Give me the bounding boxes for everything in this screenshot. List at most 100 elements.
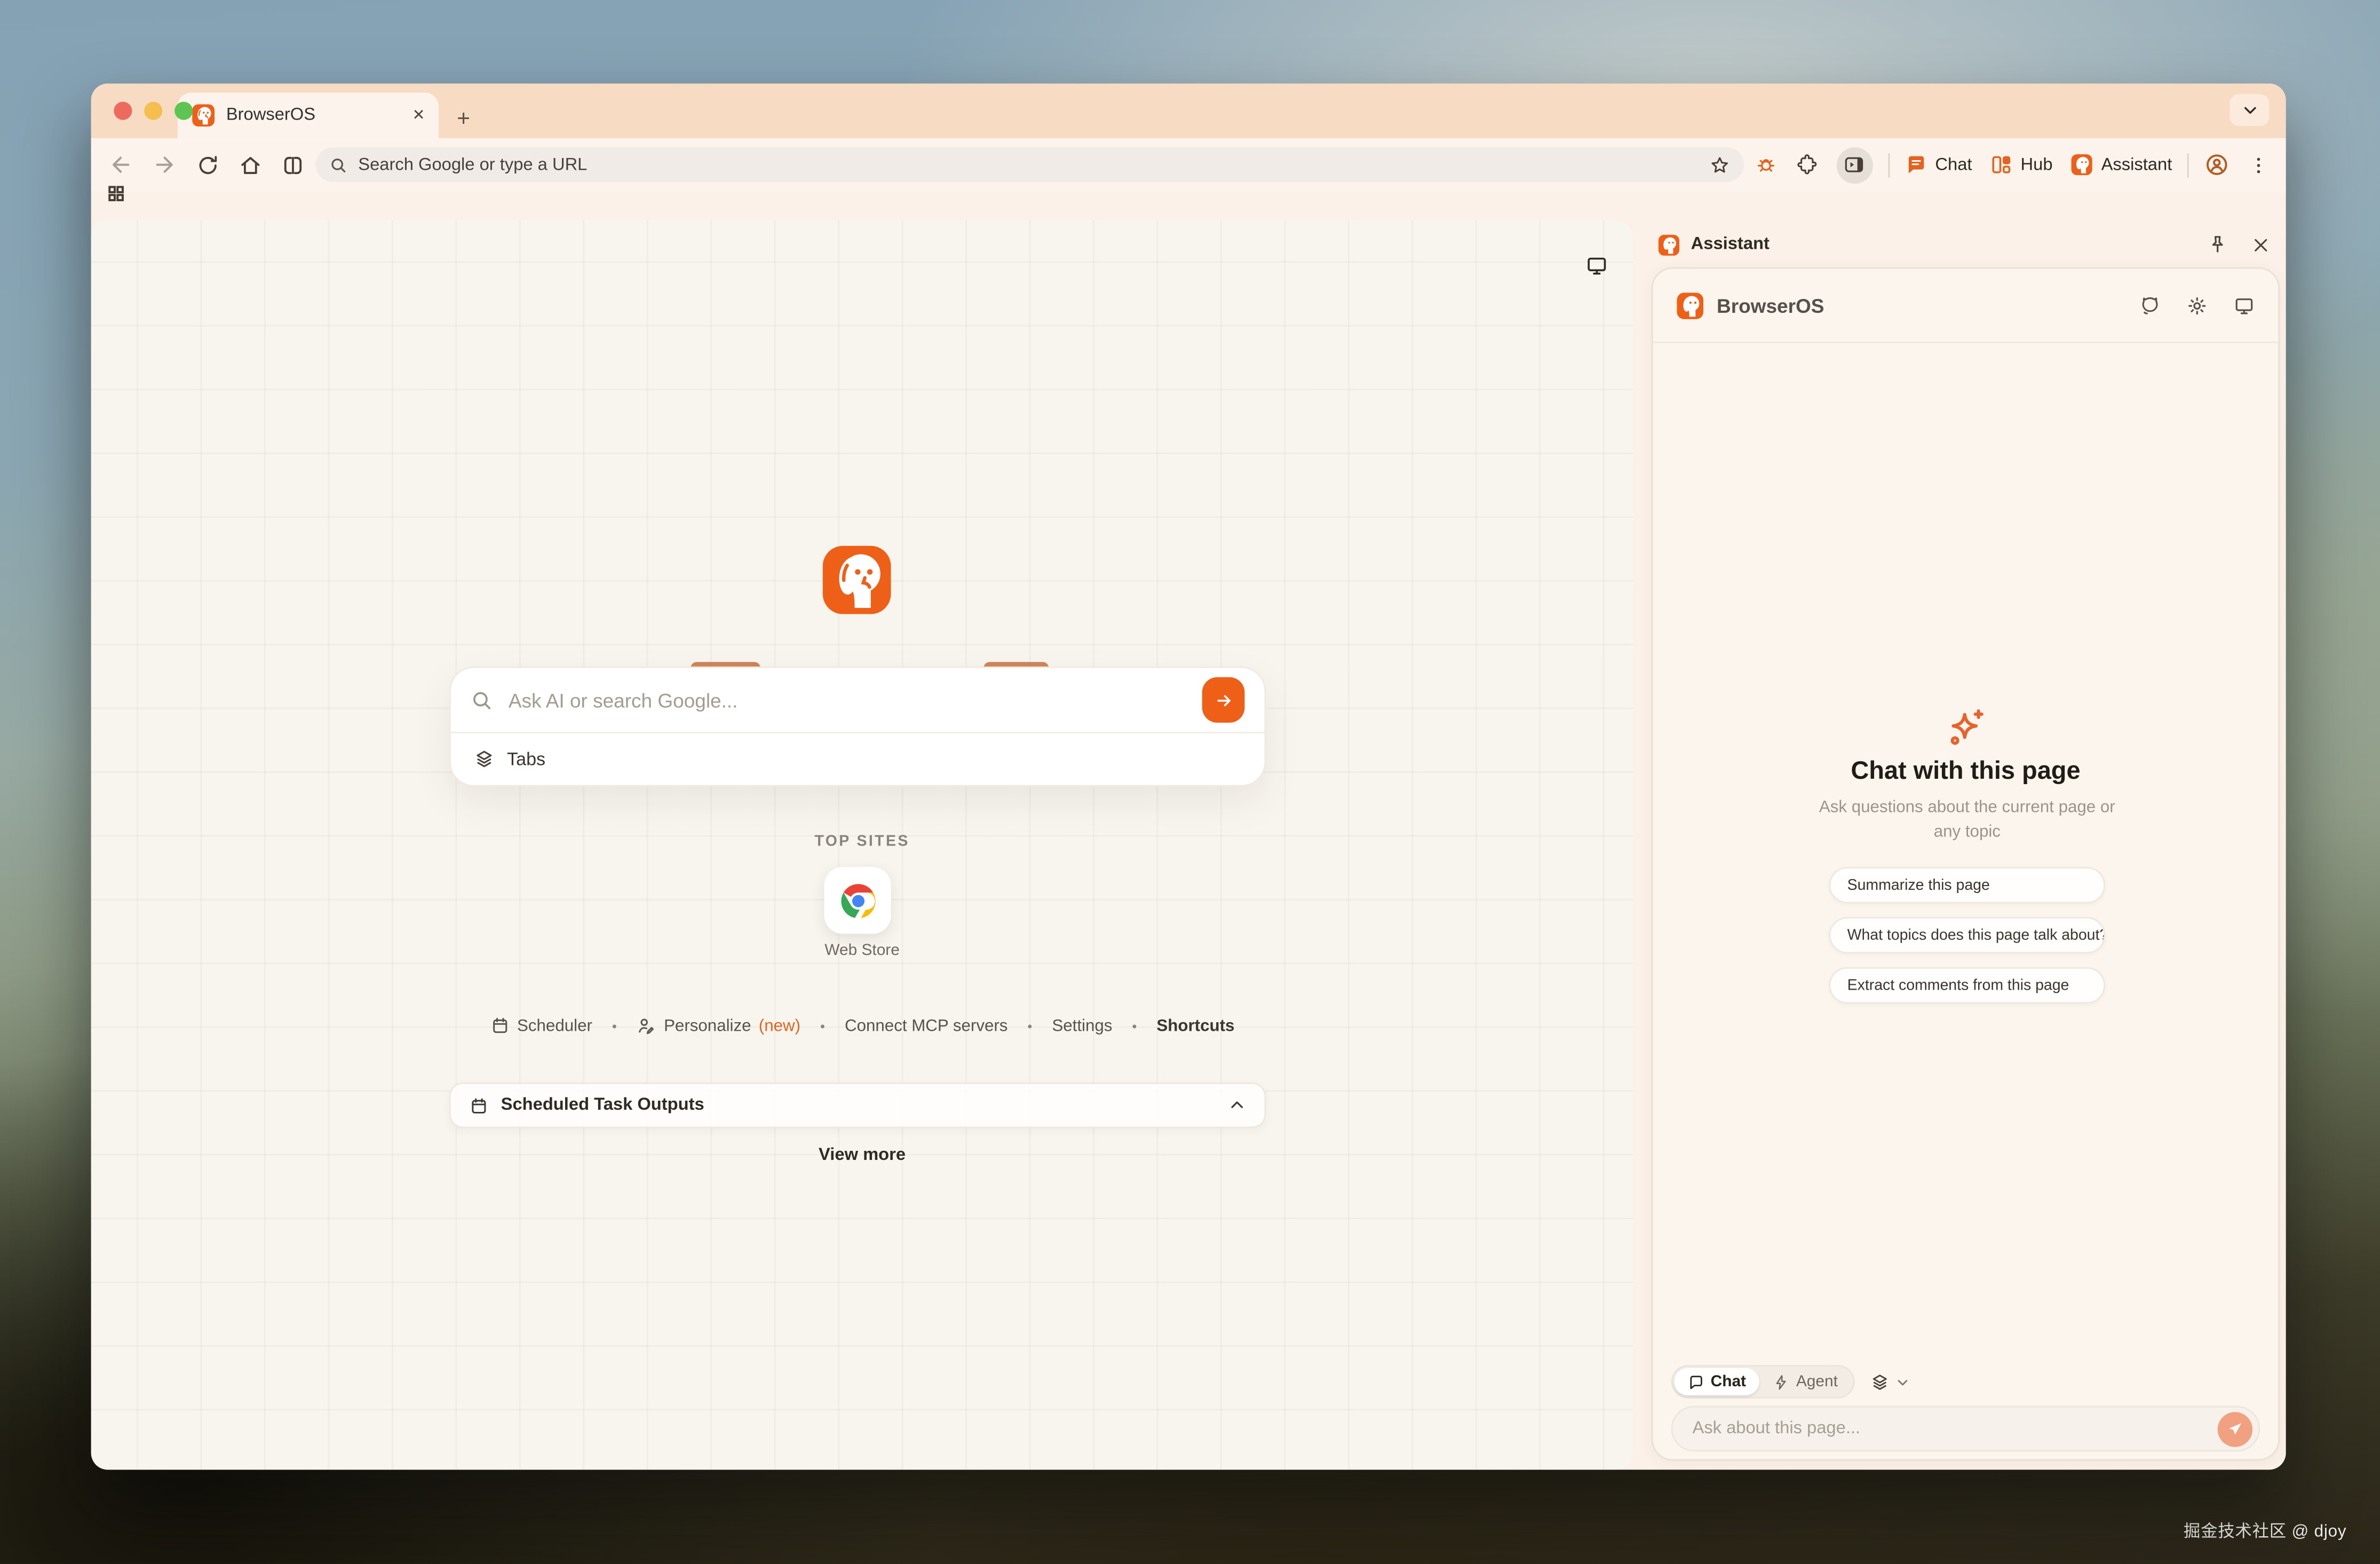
- reload-button[interactable]: [196, 153, 220, 177]
- link-separator: •: [612, 1018, 617, 1033]
- close-icon[interactable]: [2251, 234, 2271, 254]
- chat-button[interactable]: Chat: [1905, 153, 1972, 176]
- mode-chat-button[interactable]: Chat: [1674, 1368, 1759, 1395]
- hub-button[interactable]: Hub: [1990, 153, 2053, 176]
- chevron-up-icon[interactable]: [1228, 1096, 1246, 1115]
- model-picker[interactable]: [1870, 1372, 1909, 1392]
- screen: 掘金技术社区 @ djoy BrowserOS ✕ +: [0, 0, 2380, 1564]
- assistant-input[interactable]: [1692, 1420, 2217, 1438]
- scheduled-card-title: Scheduled Task Outputs: [501, 1096, 1216, 1115]
- browser-window: BrowserOS ✕ +: [91, 83, 2286, 1470]
- ai-search-row[interactable]: [451, 668, 1265, 732]
- sparkle-icon: [1653, 706, 2279, 752]
- suggestion-topics[interactable]: What topics does this page talk about?: [1829, 917, 2105, 953]
- quick-link-label: Shortcuts: [1156, 1016, 1234, 1034]
- home-button[interactable]: [239, 153, 263, 177]
- minimize-window-button[interactable]: [144, 102, 162, 120]
- watermark: 掘金技术社区 @ djoy: [2184, 1518, 2346, 1543]
- profile-icon[interactable]: [2204, 152, 2230, 177]
- link-separator: •: [1027, 1018, 1032, 1033]
- bug-report-icon[interactable]: [1755, 153, 1778, 176]
- calendar-icon: [490, 1016, 510, 1036]
- tab-search-chevron-button[interactable]: [2230, 94, 2269, 126]
- suggestion-summarize[interactable]: Summarize this page: [1829, 867, 2105, 903]
- tab-favicon-dog-icon: [191, 103, 216, 128]
- gear-icon[interactable]: [2186, 294, 2209, 317]
- send-icon: [2227, 1420, 2243, 1437]
- url-input[interactable]: [358, 156, 1698, 174]
- tab-strip: BrowserOS ✕ +: [91, 83, 2286, 138]
- forward-button[interactable]: [152, 152, 177, 177]
- toolbar: Chat Hub Assistant: [91, 138, 2286, 192]
- assistant-card-title: BrowserOS: [1717, 294, 2127, 317]
- assistant-card-header: BrowserOS: [1653, 268, 2279, 343]
- pin-icon[interactable]: [2207, 234, 2228, 255]
- url-bar[interactable]: [316, 147, 1744, 182]
- monitor-icon[interactable]: [2233, 294, 2256, 317]
- back-button[interactable]: [108, 152, 133, 177]
- link-separator: •: [820, 1018, 825, 1033]
- personalize-link[interactable]: Personalize (new): [637, 1016, 800, 1036]
- empty-state-title: Chat with this page: [1653, 757, 2279, 786]
- scheduler-link[interactable]: Scheduler: [490, 1016, 592, 1036]
- connect-mcp-servers-link[interactable]: Connect MCP servers: [845, 1016, 1007, 1034]
- chat-bubble-icon: [1905, 153, 1927, 176]
- search-submit-button[interactable]: [1202, 677, 1245, 723]
- mode-toggle: Chat Agent: [1671, 1365, 1855, 1399]
- calendar-icon: [469, 1095, 489, 1115]
- chrome-web-store-icon: [837, 880, 878, 921]
- tab-close-icon[interactable]: ✕: [412, 107, 425, 124]
- chat-button-label: Chat: [1935, 156, 1972, 174]
- chevron-down-icon: [1895, 1375, 1909, 1389]
- browseros-dog-icon: [1676, 291, 1704, 320]
- empty-state-subtitle: Ask questions about the current page or …: [1815, 797, 2119, 846]
- lightning-icon: [1773, 1373, 1790, 1390]
- shortcuts-link[interactable]: Shortcuts: [1156, 1016, 1234, 1034]
- assistant-panel-header: Assistant: [1657, 230, 2271, 260]
- layers-icon: [1870, 1372, 1890, 1392]
- top-sites-heading: TOP SITES: [91, 834, 1633, 850]
- omni-search-card: Tabs: [449, 667, 1266, 787]
- assistant-dog-icon: [1657, 233, 1680, 256]
- assistant-input-bar[interactable]: [1671, 1406, 2260, 1451]
- ai-search-input[interactable]: [509, 689, 1187, 712]
- scheduled-task-outputs-card[interactable]: Scheduled Task Outputs: [449, 1083, 1266, 1128]
- tabs-row[interactable]: Tabs: [451, 733, 1265, 785]
- tab-browseros[interactable]: BrowserOS ✕: [178, 93, 439, 138]
- zoom-window-button[interactable]: [174, 102, 193, 120]
- split-view-button[interactable]: [281, 153, 305, 177]
- menu-dots-icon[interactable]: [2248, 154, 2270, 176]
- display-monitor-icon[interactable]: [1585, 254, 1609, 278]
- mode-agent-label: Agent: [1796, 1372, 1838, 1391]
- layers-icon: [473, 748, 495, 770]
- tabs-label: Tabs: [507, 748, 545, 770]
- mode-agent-button[interactable]: Agent: [1760, 1368, 1852, 1395]
- assistant-panel-title: Assistant: [1691, 235, 2196, 254]
- github-icon[interactable]: [2139, 294, 2162, 317]
- hub-icon: [1990, 153, 2013, 176]
- assistant-button-label: Assistant: [2101, 156, 2172, 174]
- search-icon: [329, 156, 347, 174]
- view-more-button[interactable]: View more: [91, 1147, 1633, 1165]
- mode-chat-label: Chat: [1711, 1372, 1746, 1391]
- assistant-send-button[interactable]: [2218, 1411, 2252, 1446]
- settings-link[interactable]: Settings: [1052, 1016, 1112, 1034]
- quick-link-label: Scheduler: [517, 1016, 592, 1034]
- top-site-web-store[interactable]: [824, 867, 891, 934]
- assistant-button[interactable]: Assistant: [2071, 153, 2172, 176]
- mode-row: Chat Agent: [1671, 1365, 1909, 1399]
- suggestion-extract-comments[interactable]: Extract comments from this page: [1829, 967, 2105, 1004]
- close-window-button[interactable]: [114, 102, 132, 120]
- chat-bubble-icon: [1688, 1373, 1704, 1390]
- toolbar-divider: [1888, 153, 1890, 177]
- apps-grid-icon[interactable]: [106, 184, 126, 203]
- quick-link-label: Settings: [1052, 1016, 1112, 1034]
- bookmark-star-icon[interactable]: [1709, 154, 1731, 176]
- extensions-puzzle-icon[interactable]: [1796, 153, 1819, 176]
- new-badge: (new): [759, 1016, 800, 1034]
- side-panel-toggle-button[interactable]: [1836, 146, 1873, 183]
- quick-link-label: Personalize: [664, 1016, 751, 1034]
- quick-links-row: Scheduler • Personalize (new) • Connect …: [91, 1016, 1633, 1036]
- new-tab-button[interactable]: +: [457, 108, 470, 131]
- search-icon: [471, 689, 494, 712]
